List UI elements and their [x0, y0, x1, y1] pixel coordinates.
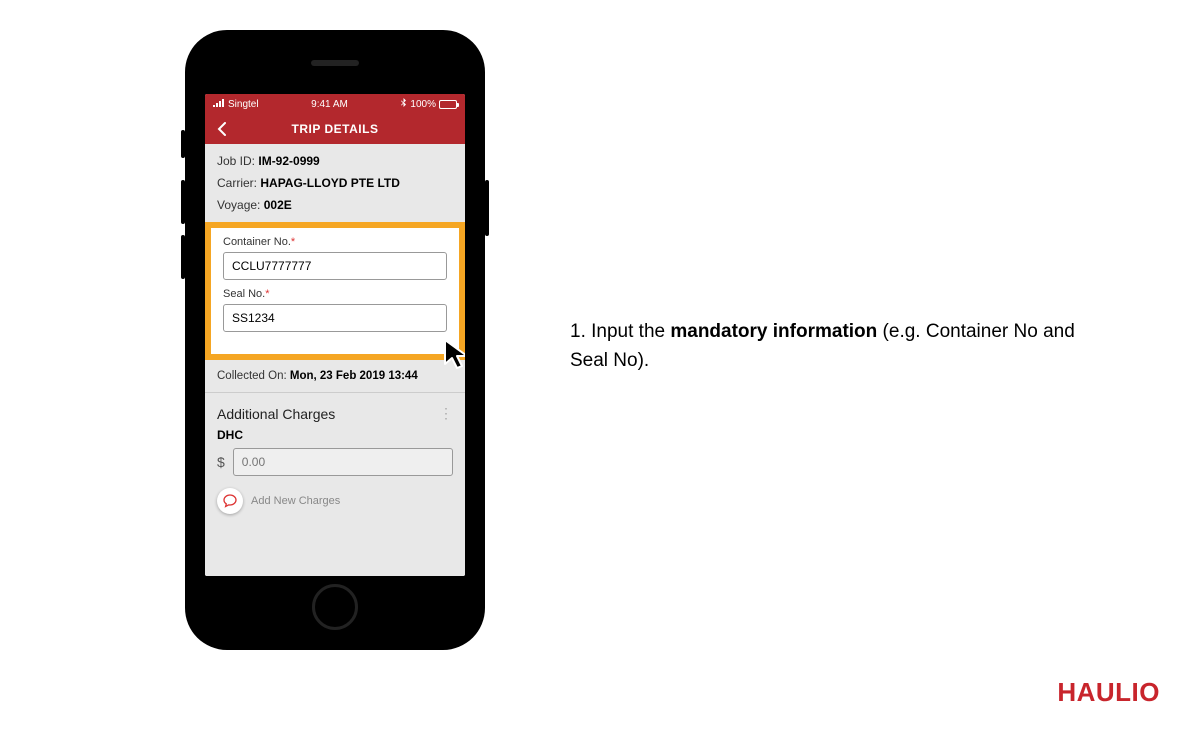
nav-title: TRIP DETAILS	[292, 122, 379, 136]
phone-volume-up	[181, 180, 185, 224]
dhc-label: DHC	[205, 428, 465, 448]
voyage-value: 002E	[264, 198, 292, 212]
seal-label-text: Seal No.	[223, 288, 265, 300]
screen: Singtel 9:41 AM 100% TRIP DETAILS	[205, 94, 465, 576]
instruction-prefix: 1. Input the	[570, 321, 670, 342]
additional-charges-header: Additional Charges ⋮	[205, 393, 465, 428]
battery-icon	[439, 100, 457, 109]
phone-side-button	[181, 130, 185, 158]
nav-bar: TRIP DETAILS	[205, 114, 465, 144]
collected-row: Collected On: Mon, 23 Feb 2019 13:44	[205, 360, 465, 393]
instruction-bold: mandatory information	[670, 321, 877, 342]
collected-value: Mon, 23 Feb 2019 13:44	[290, 370, 418, 382]
status-time: 9:41 AM	[311, 99, 348, 110]
job-id-label: Job ID:	[217, 154, 255, 168]
seal-input[interactable]	[223, 304, 447, 332]
instruction-text: 1. Input the mandatory information (e.g.…	[570, 318, 1090, 375]
add-new-charges-label: Add New Charges	[251, 495, 340, 507]
content-area: Job ID: IM-92-0999 Carrier: HAPAG-LLOYD …	[205, 144, 465, 576]
currency-symbol: $	[217, 454, 225, 470]
charge-row: $	[205, 448, 465, 484]
seal-label: Seal No.*	[223, 288, 447, 300]
phone-frame: Singtel 9:41 AM 100% TRIP DETAILS	[185, 30, 485, 650]
status-left: Singtel	[213, 99, 259, 110]
container-label-text: Container No.	[223, 236, 291, 248]
required-mark: *	[291, 236, 295, 248]
seal-field: Seal No.*	[223, 288, 447, 332]
add-new-charges-row[interactable]: Add New Charges	[205, 484, 465, 524]
collected-label: Collected On:	[217, 370, 287, 382]
job-id-value: IM-92-0999	[258, 154, 319, 168]
carrier-name: Singtel	[228, 99, 259, 110]
battery-text: 100%	[410, 99, 436, 110]
bluetooth-icon	[400, 98, 407, 111]
carrier-row: Carrier: HAPAG-LLOYD PTE LTD	[217, 176, 453, 190]
voyage-row: Voyage: 002E	[217, 198, 453, 212]
charge-amount-input[interactable]	[233, 448, 453, 476]
status-right: 100%	[400, 98, 457, 111]
phone-power-button	[485, 180, 489, 236]
status-bar: Singtel 9:41 AM 100%	[205, 94, 465, 114]
brand-logo: HAULIO	[1057, 677, 1160, 708]
back-button[interactable]	[213, 120, 231, 138]
additional-charges-title: Additional Charges	[217, 406, 335, 422]
kebab-icon[interactable]: ⋮	[439, 405, 453, 422]
carrier-label: Carrier:	[217, 176, 257, 190]
trip-info-block: Job ID: IM-92-0999 Carrier: HAPAG-LLOYD …	[205, 144, 465, 222]
voyage-label: Voyage:	[217, 198, 260, 212]
chat-icon[interactable]	[217, 488, 243, 514]
container-label: Container No.*	[223, 236, 447, 248]
container-input[interactable]	[223, 252, 447, 280]
required-mark: *	[265, 288, 269, 300]
job-id-row: Job ID: IM-92-0999	[217, 154, 453, 168]
carrier-value: HAPAG-LLOYD PTE LTD	[260, 176, 400, 190]
phone-volume-down	[181, 235, 185, 279]
home-button[interactable]	[312, 584, 358, 630]
phone-speaker	[311, 60, 359, 66]
mandatory-highlight-box: Container No.* Seal No.*	[205, 222, 465, 360]
phone-inner: Singtel 9:41 AM 100% TRIP DETAILS	[193, 38, 477, 642]
container-field: Container No.*	[223, 236, 447, 280]
signal-icon	[213, 99, 225, 110]
